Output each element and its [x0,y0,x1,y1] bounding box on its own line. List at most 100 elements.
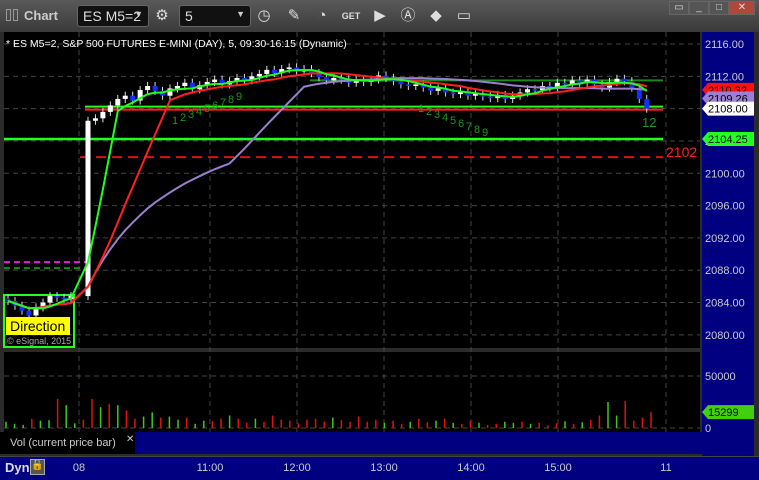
minimize-icon[interactable]: _ [689,1,709,15]
volume-label-bar: Vol (current price bar) ✕ [0,432,702,454]
settings-icon[interactable]: ⚙ [151,5,173,27]
candle-body [487,96,493,99]
candle-body [644,98,650,109]
sequence-label-end: 12 [642,115,656,130]
candle-body [398,81,404,85]
sequence-label: 1 [172,115,178,127]
time-tick-label: 11 [660,462,672,474]
study-icon[interactable]: ◔ [311,5,333,27]
sequence-label: 5 [204,103,210,115]
price-tag-label: 2104.25 [708,134,748,146]
grip-icon[interactable] [6,9,11,21]
volume-tag-label: 15299 [708,407,739,419]
volume-pane [4,352,700,432]
candle-body [145,86,151,91]
candle-body [212,79,218,82]
time-tick-label: 14:00 [457,462,485,474]
sequence-label: 4 [442,112,448,124]
price-tick-label: 2100.00 [705,168,745,180]
time-tick-label: 11:00 [196,462,224,474]
close-icon[interactable]: ✕ [729,1,755,15]
candle-body [525,89,531,93]
candle-body [85,120,91,297]
time-tick-label: 13:00 [370,462,398,474]
candle-body [562,82,568,85]
sequence-label: 6 [212,100,218,112]
price-tick-label: 2080.00 [705,330,745,342]
candle-body [428,87,434,91]
dyn-label[interactable]: Dyn [5,460,30,475]
candle-body [115,98,121,106]
restore-icon[interactable]: ▭ [669,1,689,15]
candle-body [47,296,53,303]
window-title: Chart [24,8,58,23]
title-bar: Chart ES M5=2 ▼ ⚙ 5 ▼ ◷ ✎ ◔ GET ▶ Ⓐ ◆ ▭ ▭ … [0,0,759,32]
direction-label: Direction [10,318,65,334]
candle-body [323,77,329,81]
candle-body [100,111,106,119]
interval-value: 5 [185,8,193,24]
candle-body [286,67,292,70]
volume-tick-label: 50000 [705,371,736,383]
candle-body [271,69,277,74]
price-tag-label: 2108.00 [708,104,748,116]
candle-body [152,86,158,91]
maximize-icon[interactable]: □ [709,1,729,15]
candle-body [413,84,419,87]
sequence-label: 2 [180,112,186,124]
time-axis: Dyn 🔓 08 11:00 12:00 13:00 14:00 15:00 11 [0,456,759,480]
price-tick-label: 2084.00 [705,298,745,310]
price-tick-label: 2092.00 [705,233,745,245]
sequence-label: 7 [220,97,226,109]
price-tick-label: 2112.00 [705,71,744,83]
chevron-down-icon: ▼ [134,9,143,19]
link-icon[interactable]: ◆ [425,5,447,27]
candle-body [532,89,538,91]
candle-body [331,77,337,81]
sequence-label: 8 [474,124,480,136]
watermark: © eSignal, 2015 [7,336,71,346]
play-icon[interactable]: ▶ [369,5,391,27]
sequence-label: 6 [458,118,464,130]
grip-icon[interactable] [13,9,18,21]
candle-body [107,105,113,112]
sequence-label: 4 [196,106,202,118]
time-tick-label: 08 [72,462,86,474]
volume-tick-label: 0 [705,423,711,435]
symbol-value: ES M5=2 [83,8,141,24]
candle-body [264,69,270,74]
candle-body [450,92,456,95]
candle-body [92,118,98,121]
candle-body [54,296,60,298]
price-tick-label: 2088.00 [705,265,745,277]
candle-body [174,86,180,89]
price-tick-label: 2096.00 [705,201,745,213]
candle-body [26,310,32,316]
interval-select[interactable]: 5 ▼ [179,5,251,27]
sequence-label: 7 [466,121,472,133]
candle-body [130,95,136,101]
chevron-down-icon: ▼ [236,9,245,19]
get-icon[interactable]: GET [340,5,362,27]
sequence-label: 3 [188,109,194,121]
time-tick-label: 12:00 [283,462,311,474]
sequence-label: 9 [236,91,242,103]
candle-body [405,84,411,87]
candle-body [256,73,262,77]
candle-body [182,82,188,87]
sequence-label: 8 [228,94,234,106]
candle-body [435,88,441,91]
price-chart[interactable]: 2116.002112.002108.002104.002100.002096.… [0,32,759,456]
sequence-label: 2 [426,106,432,118]
close-study-icon[interactable]: ✕ [126,434,134,445]
symbol-select[interactable]: ES M5=2 ▼ [77,5,149,27]
comment-icon[interactable]: ▭ [453,5,475,27]
pencil-icon[interactable]: ✎ [283,5,305,27]
lock-icon[interactable]: 🔓 [30,459,45,475]
level-2102-label: 2102 [666,144,697,160]
alert-icon[interactable]: Ⓐ [397,5,419,27]
sequence-label: 1 [418,103,424,115]
clock-icon[interactable]: ◷ [253,5,275,27]
chart-header: * ES M5=2, S&P 500 FUTURES E-MINI (DAY),… [6,38,347,50]
sequence-label: 9 [482,127,488,139]
